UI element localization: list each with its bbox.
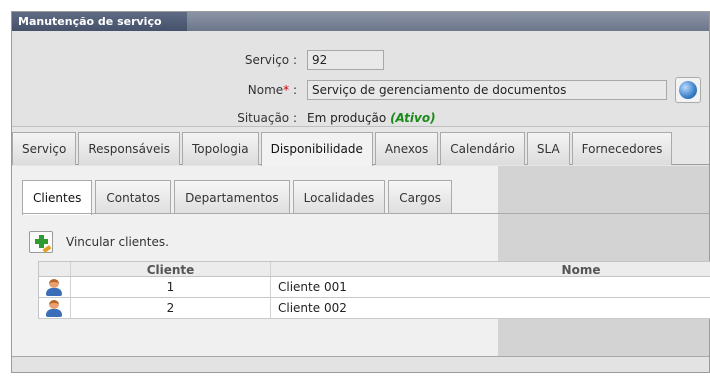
grid-header-cliente[interactable]: Cliente: [71, 262, 271, 277]
service-id-field: 92: [307, 50, 384, 70]
title-bar: Manutenção de serviço: [12, 12, 709, 31]
service-row: Serviço : 92: [12, 50, 709, 70]
subtab-clientes[interactable]: Clientes: [22, 180, 93, 215]
tab-servico[interactable]: Serviço: [12, 132, 77, 165]
table-row[interactable]: 2 Cliente 002: [39, 298, 710, 319]
subtab-contatos[interactable]: Contatos: [95, 180, 172, 214]
link-clients-row: Vincular clientes.: [29, 231, 169, 253]
name-label: Nome* :: [247, 83, 297, 97]
add-client-button[interactable]: [29, 231, 53, 253]
link-clients-label[interactable]: Vincular clientes.: [66, 235, 169, 249]
status-label: Situação :: [237, 111, 297, 125]
row-cliente-id: 2: [71, 298, 271, 318]
user-icon-head: [49, 300, 59, 309]
grid-header-nome[interactable]: Nome: [271, 262, 710, 277]
grid-header: Cliente Nome: [39, 261, 710, 277]
add-client-icon-bar: [35, 239, 48, 244]
subtab-cargos[interactable]: Cargos: [388, 180, 452, 214]
grid-header-icon-col: [39, 262, 71, 276]
row-cliente-name: Cliente 002: [278, 301, 347, 315]
service-maintenance-panel: Manutenção de serviço Serviço : 92 Nome*…: [11, 11, 710, 373]
user-icon: [39, 298, 71, 318]
tab-anexos[interactable]: Anexos: [374, 132, 439, 165]
subtab-localidades[interactable]: Localidades: [292, 180, 386, 214]
sub-tabs: Clientes Contatos Departamentos Localida…: [22, 180, 455, 215]
footer-bar: [12, 356, 709, 372]
tab-sla[interactable]: SLA: [526, 132, 570, 165]
row-cliente-id: 1: [71, 277, 271, 297]
main-tabs: Serviço Responsáveis Topologia Disponibi…: [12, 132, 709, 166]
clients-grid: Cliente Nome 1 Cliente 001 2 Cliente 002: [38, 261, 710, 319]
subtab-departamentos[interactable]: Departamentos: [174, 180, 290, 214]
status-value: Em produção (Ativo): [307, 111, 436, 125]
tab-disponibilidade[interactable]: Disponibilidade: [260, 132, 373, 166]
status-row: Situação : Em produção (Ativo): [12, 108, 709, 128]
row-cliente-name: Cliente 001: [278, 280, 347, 294]
user-icon-body: [46, 288, 62, 296]
service-header-form: Serviço : 92 Nome* : Serviço de gerencia…: [12, 31, 709, 127]
subtab-divider: [22, 213, 710, 214]
service-label: Serviço :: [244, 53, 297, 67]
user-icon-head: [49, 279, 59, 288]
tab-content: Clientes Contatos Departamentos Localida…: [12, 166, 710, 358]
status-active-badge: (Ativo): [390, 111, 436, 125]
panel-title: Manutenção de serviço: [12, 12, 187, 31]
tab-fornecedores[interactable]: Fornecedores: [571, 132, 673, 165]
tab-calendario[interactable]: Calendário: [440, 132, 525, 165]
globe-button[interactable]: [675, 77, 701, 103]
name-row: Nome* : Serviço de gerenciamento de docu…: [12, 77, 709, 103]
table-row[interactable]: 1 Cliente 001: [39, 277, 710, 298]
user-icon: [39, 277, 71, 297]
user-icon-body: [46, 309, 62, 317]
globe-icon: [679, 81, 697, 99]
tab-responsaveis[interactable]: Responsáveis: [78, 132, 180, 165]
tab-topologia[interactable]: Topologia: [182, 132, 259, 165]
service-name-field[interactable]: Serviço de gerenciamento de documentos: [307, 80, 667, 100]
